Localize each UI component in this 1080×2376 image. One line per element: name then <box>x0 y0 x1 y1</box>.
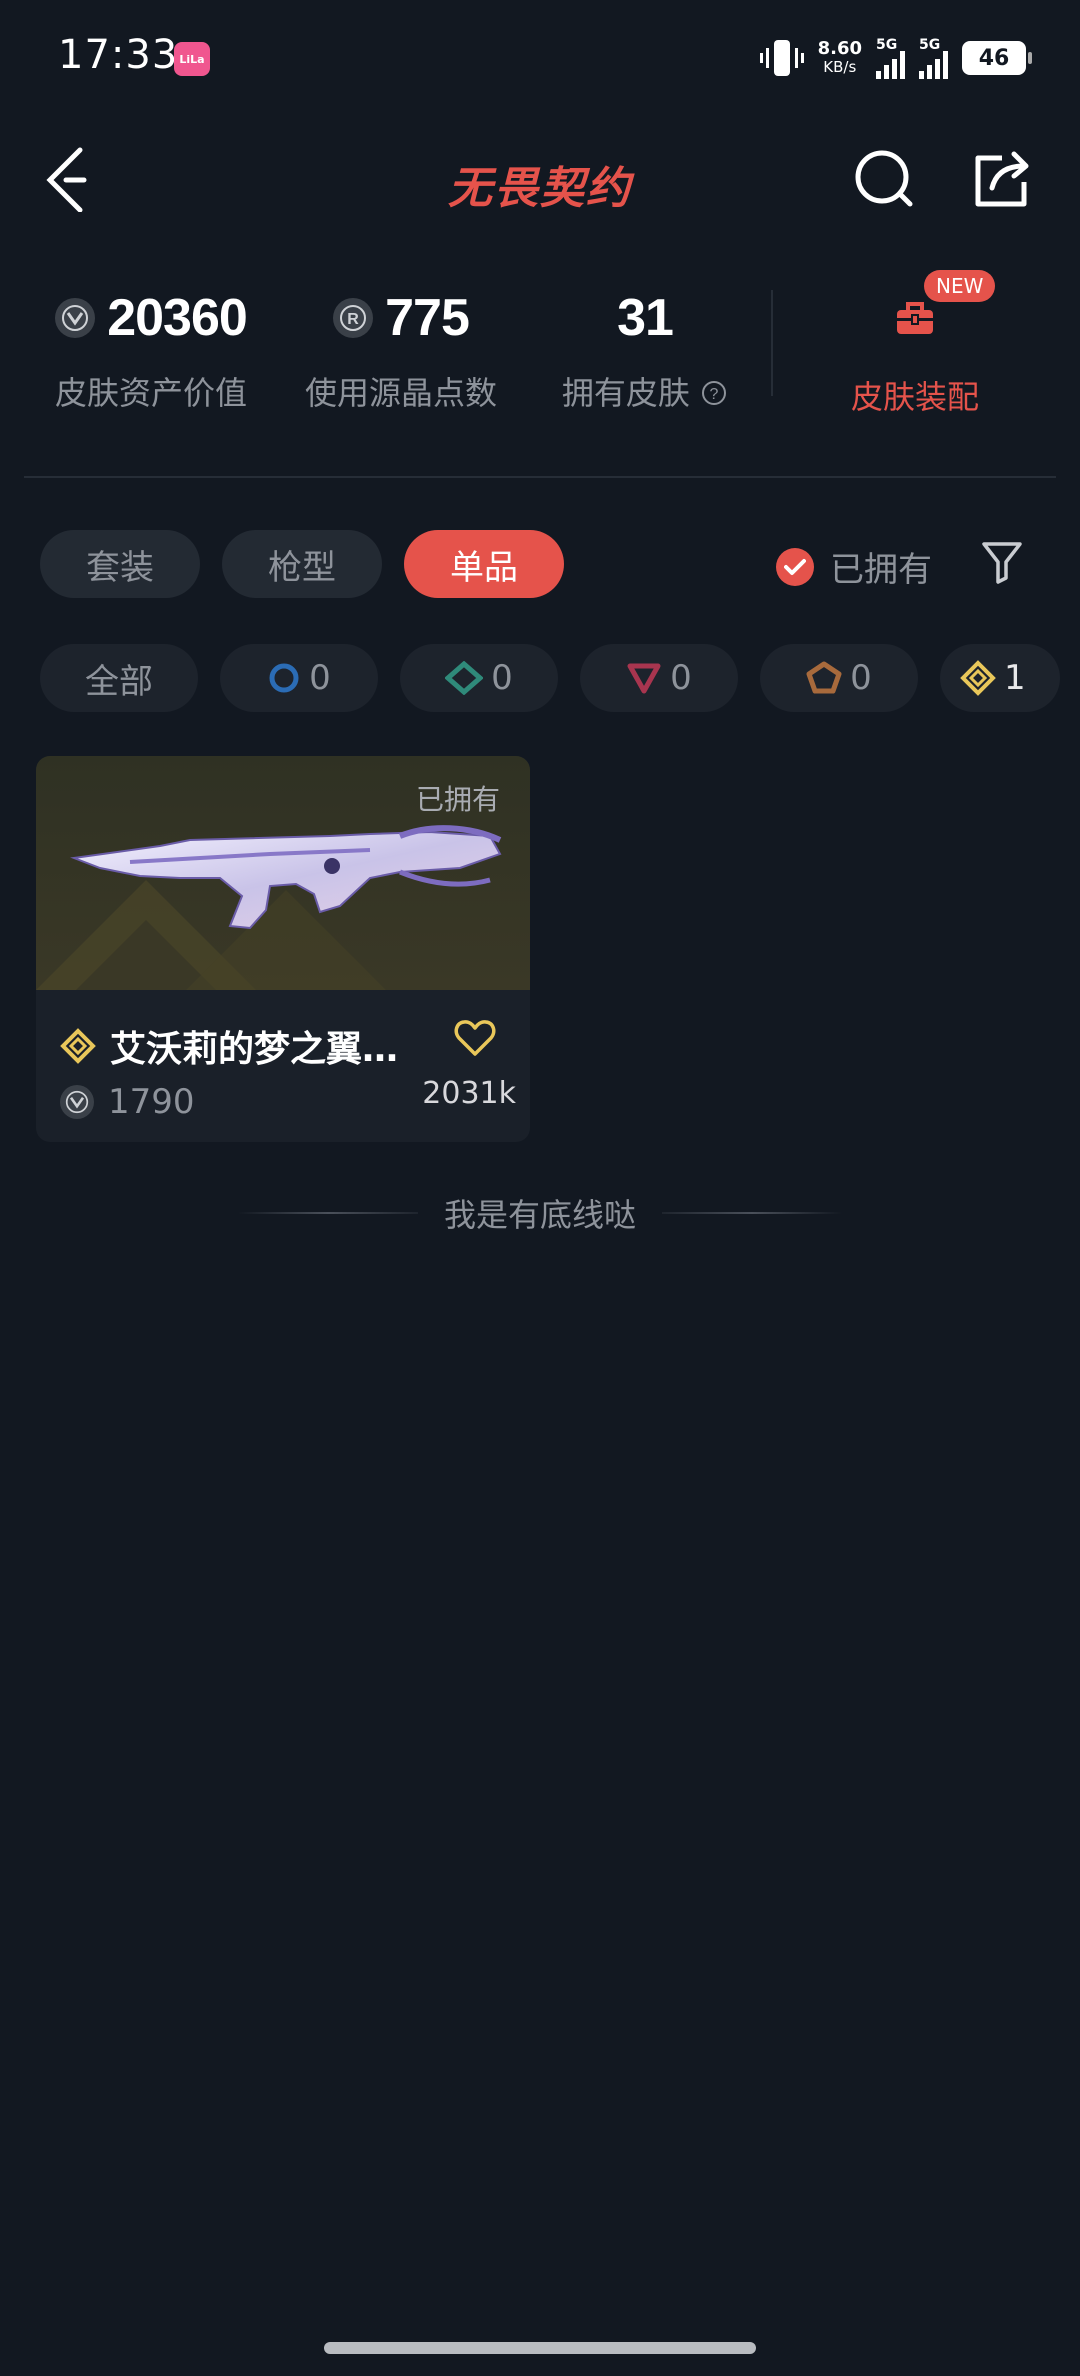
tab-gun-type[interactable]: 枪型 <box>222 530 382 598</box>
header: 无畏契约 <box>0 120 1080 240</box>
ultra-tier-icon <box>806 661 842 694</box>
skin-card[interactable]: 已拥有 艾沃莉的梦之翼… 1790 2031k <box>36 756 530 1142</box>
asset-label: 皮肤资产价值 <box>54 374 247 412</box>
battery-icon: 46 <box>962 41 1032 75</box>
chip-deluxe-edition[interactable]: 0 <box>400 644 558 712</box>
tab-single-item[interactable]: 单品 <box>404 530 564 598</box>
heart-icon <box>454 1020 496 1056</box>
status-time: 17:33 <box>58 32 179 78</box>
search-button[interactable] <box>850 144 920 214</box>
rifle-skin-icon <box>70 825 502 930</box>
chip-count: 0 <box>309 658 331 698</box>
premium-tier-icon <box>627 663 661 694</box>
chip-select-edition[interactable]: 0 <box>220 644 378 712</box>
section-divider <box>24 476 1056 478</box>
owned-label-row: 拥有皮肤 ? <box>540 368 750 414</box>
divider-right <box>662 1212 842 1214</box>
net-speed-value: 8.60 <box>817 38 862 59</box>
network-speed: 8.60 KB/s <box>817 38 862 77</box>
svg-text:?: ? <box>710 386 719 403</box>
equip-label: 皮肤装配 <box>850 378 979 416</box>
sim2-label: 5G <box>919 37 941 53</box>
skin-price-row: 1790 <box>60 1082 195 1122</box>
signal-sim1-icon: 5G <box>876 37 905 79</box>
net-speed-unit: KB/s <box>823 58 857 76</box>
stat-owned: 31 拥有皮肤 ? <box>540 270 750 414</box>
owned-label: 拥有皮肤 <box>561 374 690 412</box>
deluxe-tier-icon <box>445 661 484 695</box>
owned-count: 31 <box>617 289 674 347</box>
divider-left <box>237 1212 418 1214</box>
signal-sim2-icon: 5G <box>919 37 948 79</box>
svg-text:R: R <box>347 311 359 328</box>
filter-icon <box>982 542 1022 584</box>
radianite-icon: R <box>333 298 374 338</box>
rarity-filter-chips: 全部 0 0 0 0 1 <box>40 644 1060 712</box>
chip-count: 0 <box>850 658 872 698</box>
owned-filter-label: 已拥有 <box>830 550 932 590</box>
chip-all-label: 全部 <box>85 661 153 702</box>
favorite-button[interactable] <box>454 1018 496 1058</box>
share-icon <box>975 151 1029 207</box>
points-value: 775 <box>385 289 470 347</box>
search-icon <box>855 150 913 207</box>
stats-divider <box>771 290 773 396</box>
chip-exclusive-edition[interactable]: 1 <box>940 644 1060 712</box>
tab-set[interactable]: 套装 <box>40 530 200 598</box>
end-of-list: 我是有底线哒 <box>0 1190 1080 1236</box>
skin-image: 已拥有 <box>36 756 530 990</box>
stat-points: R 775 使用源晶点数 <box>286 270 516 414</box>
help-icon[interactable]: ? <box>700 379 728 407</box>
system-icons: 8.60 KB/s 5G 5G 46 <box>759 36 1032 80</box>
exclusive-tier-icon <box>60 1028 96 1064</box>
chip-count: 0 <box>670 658 692 698</box>
category-tabs: 套装 枪型 单品 <box>40 530 564 598</box>
checkbox-checked-icon <box>776 547 814 586</box>
skin-likes: 2031k <box>422 1076 516 1111</box>
chip-premium-edition[interactable]: 0 <box>580 644 738 712</box>
select-tier-icon <box>269 663 299 693</box>
stat-asset-value: 20360 皮肤资产价值 <box>36 270 266 414</box>
skin-name: 艾沃莉的梦之翼… <box>110 1029 399 1070</box>
new-badge: NEW <box>924 270 996 302</box>
exclusive-tier-icon <box>960 660 996 696</box>
chip-count: 1 <box>1004 658 1026 698</box>
filter-button[interactable] <box>980 538 1024 586</box>
home-indicator[interactable] <box>324 2342 756 2354</box>
app-notification-icon: LiLa <box>174 42 210 76</box>
chip-ultra-edition[interactable]: 0 <box>760 644 918 712</box>
owned-filter-toggle[interactable]: 已拥有 <box>776 542 932 591</box>
status-bar: 17:33 LiLa 8.60 KB/s 5G 5G 46 <box>0 0 1080 120</box>
share-button[interactable] <box>966 144 1036 214</box>
briefcase-icon <box>897 302 933 334</box>
vp-coin-icon <box>60 1085 94 1119</box>
end-of-list-text: 我是有底线哒 <box>443 1196 636 1234</box>
sim1-label: 5G <box>876 37 898 53</box>
asset-value: 20360 <box>107 289 248 347</box>
points-label: 使用源晶点数 <box>304 374 497 412</box>
vibrate-icon <box>759 40 804 76</box>
skin-title-row: 艾沃莉的梦之翼… <box>60 1020 398 1072</box>
chip-count: 0 <box>491 658 513 698</box>
chip-all[interactable]: 全部 <box>40 644 198 712</box>
vp-coin-icon <box>55 298 96 338</box>
skin-price: 1790 <box>108 1082 195 1122</box>
owned-tag: 已拥有 <box>415 783 500 816</box>
